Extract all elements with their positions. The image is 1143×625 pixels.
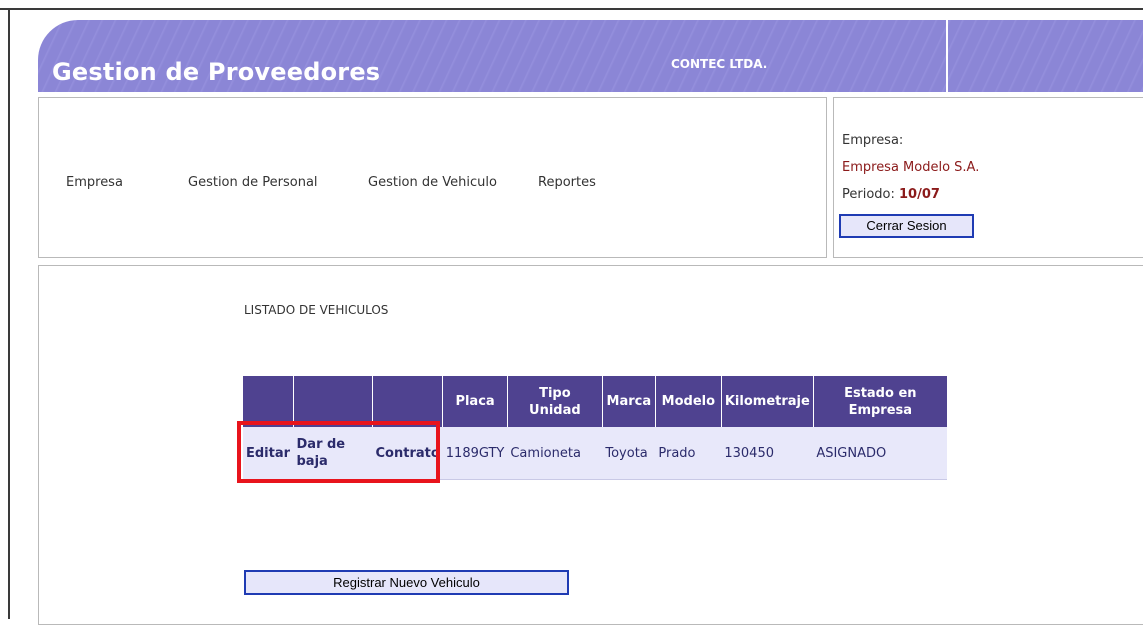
column-header-modelo: Modelo xyxy=(655,376,722,427)
window-top-border xyxy=(0,8,1143,10)
column-header-remove xyxy=(293,376,373,427)
cell-kilometraje: 130450 xyxy=(721,427,814,480)
page-header: Gestion de Proveedores CONTEC LTDA. xyxy=(38,20,1143,92)
page-title: Gestion de Proveedores xyxy=(52,58,381,86)
column-header-tipo-unidad: Tipo Unidad xyxy=(507,376,603,427)
cell-modelo: Prado xyxy=(655,427,722,480)
nav-item-empresa[interactable]: Empresa xyxy=(66,175,123,190)
main-content: LISTADO DE VEHICULOS Placa Tipo Unidad M… xyxy=(38,265,1143,625)
cell-estado: ASIGNADO xyxy=(813,427,947,480)
company-name: CONTEC LTDA. xyxy=(671,57,768,71)
column-header-estado-label: Estado en Empresa xyxy=(844,385,917,418)
main-nav: Empresa Gestion de Personal Gestion de V… xyxy=(38,97,827,258)
cell-placa: 1189GTY xyxy=(442,427,508,480)
column-header-placa: Placa xyxy=(442,376,508,427)
periodo-value: 10/07 xyxy=(899,187,940,202)
cell-tipo: Camioneta xyxy=(507,427,603,480)
vehicles-table: Placa Tipo Unidad Marca Modelo Kilometra… xyxy=(243,376,947,480)
contract-link[interactable]: Contrato xyxy=(372,427,443,480)
deactivate-link-label: Dar de baja xyxy=(296,437,346,469)
column-header-kilometraje: Kilometraje xyxy=(721,376,814,427)
column-header-edit xyxy=(243,376,294,427)
register-vehicle-button[interactable]: Registrar Nuevo Vehiculo xyxy=(244,570,569,595)
column-header-estado: Estado en Empresa xyxy=(813,376,947,427)
column-header-tipo-unidad-label: Tipo Unidad xyxy=(529,385,581,418)
column-header-marca: Marca xyxy=(602,376,656,427)
periodo-label: Periodo: xyxy=(842,187,895,202)
periodo-row: Periodo: 10/07 xyxy=(842,187,940,202)
edit-link[interactable]: Editar xyxy=(243,427,294,480)
column-header-contract xyxy=(372,376,444,427)
empresa-value: Empresa Modelo S.A. xyxy=(842,160,980,175)
nav-item-reportes[interactable]: Reportes xyxy=(538,175,596,190)
header-divider xyxy=(946,20,948,92)
table-row: Editar Dar de baja Contrato 1189GTY Cami… xyxy=(243,427,947,480)
vehicle-list-title: LISTADO DE VEHICULOS xyxy=(244,303,389,317)
deactivate-link[interactable]: Dar de baja xyxy=(293,427,373,480)
nav-item-gestion-personal[interactable]: Gestion de Personal xyxy=(188,175,318,190)
session-panel: Empresa: Empresa Modelo S.A. Periodo: 10… xyxy=(833,97,1143,258)
window-left-border xyxy=(8,8,10,619)
logout-button[interactable]: Cerrar Sesion xyxy=(839,214,974,238)
table-header-row: Placa Tipo Unidad Marca Modelo Kilometra… xyxy=(243,376,947,427)
nav-item-gestion-vehiculo[interactable]: Gestion de Vehiculo xyxy=(368,175,497,190)
cell-marca: Toyota xyxy=(602,427,656,480)
empresa-label: Empresa: xyxy=(842,133,904,148)
